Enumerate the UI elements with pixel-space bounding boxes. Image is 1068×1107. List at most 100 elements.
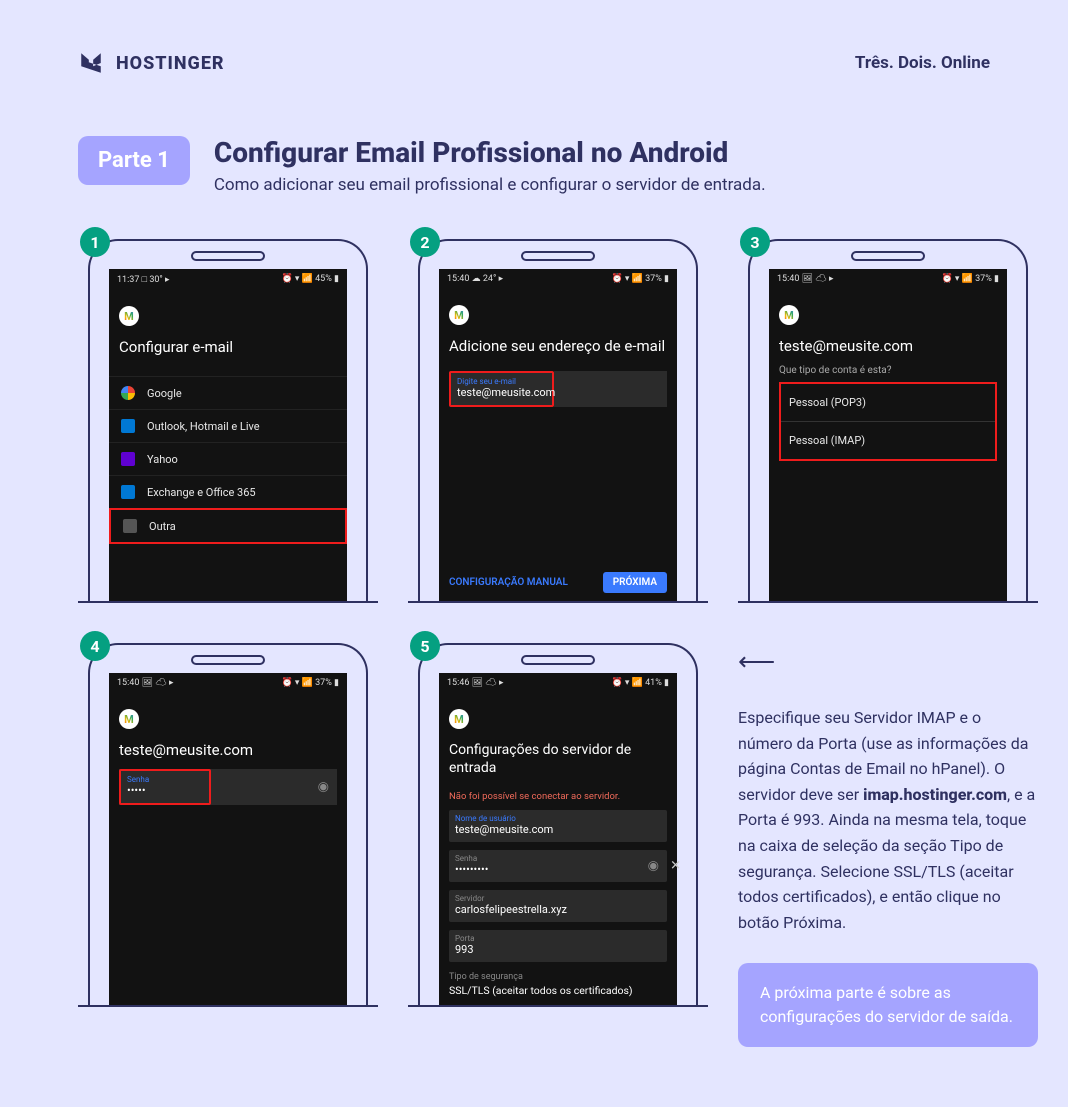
security-label: Tipo de segurança [439,966,677,984]
input-value: teste@meusite.com [457,386,546,399]
status-right: ⏰ ▾ 📶 37% ▮ [611,274,669,284]
status-left: 15:40 🖼 ☁ ▸ [117,678,173,688]
brand-name: HOSTINGER [116,53,225,74]
gmail-icon: M [119,306,139,326]
status-bar: 15:40 🖼 ☁ ▸ ⏰ ▾ 📶 37% ▮ [109,673,347,693]
phone-frame: 15:40 ☁ 24° ▸ ⏰ ▾ 📶 37% ▮ M Adicione seu… [418,239,698,601]
phone-frame: 11:37 □ 30° ▸ ⏰ ▾ 📶 45% ▮ M Configurar e… [88,239,368,601]
next-button[interactable]: PRÓXIMA [603,572,667,593]
status-bar: 15:40 🖼 ☁ ▸ ⏰ ▾ 📶 37% ▮ [769,269,1007,289]
manual-config-link[interactable]: CONFIGURAÇÃO MANUAL [449,577,568,588]
step-3: 3 15:40 🖼 ☁ ▸ ⏰ ▾ 📶 37% ▮ M teste@meusit… [738,239,1038,603]
step-1: 1 11:37 □ 30° ▸ ⏰ ▾ 📶 45% ▮ M Configurar… [78,239,378,603]
step-number: 1 [80,227,110,257]
gmail-icon: M [779,305,799,325]
status-left: 15:46 🖼 ☁ ▸ [447,678,503,688]
screen-title: teste@meusite.com [109,737,347,769]
eye-icon[interactable]: ◉ [318,780,329,795]
step-4: 4 15:40 🖼 ☁ ▸ ⏰ ▾ 📶 37% ▮ M teste@meusit… [78,643,378,1047]
gmail-icon: M [449,709,469,729]
input-label: Digite seu e-mail [457,377,546,386]
input-value: ••••••••• [455,863,627,876]
step-5: 5 15:46 🖼 ☁ ▸ ⏰ ▾ 📶 41% ▮ M Configuraçõe… [408,643,708,1047]
status-left: 15:40 🖼 ☁ ▸ [777,274,833,284]
status-bar: 15:46 🖼 ☁ ▸ ⏰ ▾ 📶 41% ▮ [439,673,677,693]
status-right: ⏰ ▾ 📶 41% ▮ [611,678,669,688]
outlook-icon [121,419,135,433]
input-label: Nome de usuário [455,814,661,823]
phone-screen: 15:46 🖼 ☁ ▸ ⏰ ▾ 📶 41% ▮ M Configurações … [439,673,677,1005]
status-bar: 11:37 □ 30° ▸ ⏰ ▾ 📶 45% ▮ [109,269,347,290]
google-icon [121,386,135,400]
screen-subtitle: Que tipo de conta é esta? [769,365,1007,382]
input-label: Porta [455,934,661,943]
page-subtitle: Como adicionar seu email profissional e … [214,175,766,195]
mail-icon [123,519,137,533]
status-bar: 15:40 ☁ 24° ▸ ⏰ ▾ 📶 37% ▮ [439,269,677,289]
port-field[interactable]: Porta 993 [449,930,667,962]
page-header: HOSTINGER Três. Dois. Online [78,50,990,76]
step-number: 2 [410,227,440,257]
gmail-icon: M [119,709,139,729]
status-left: 15:40 ☁ 24° ▸ [447,274,503,284]
screen-title: teste@meusite.com [769,333,1007,365]
security-value[interactable]: SSL/TLS (aceitar todos os certificados) [439,984,677,1001]
password-field[interactable]: Senha ••••• [119,769,211,805]
screen-title: Configurações do servidor de entrada [439,737,677,787]
info-column: ⟵ Especifique seu Servidor IMAP e o núme… [738,643,1038,1047]
input-value: 993 [455,943,661,956]
input-label: Senha [455,854,627,863]
provider-exchange[interactable]: Exchange e Office 365 [109,475,347,508]
clear-icon[interactable]: ✕ [670,859,681,874]
step-2: 2 15:40 ☁ 24° ▸ ⏰ ▾ 📶 37% ▮ M Adicione s… [408,239,708,603]
step-number: 4 [80,631,110,661]
steps-grid: 1 11:37 □ 30° ▸ ⏰ ▾ 📶 45% ▮ M Configurar… [78,239,990,1047]
phone-frame: 15:40 🖼 ☁ ▸ ⏰ ▾ 📶 37% ▮ M teste@meusite.… [748,239,1028,601]
exchange-icon [121,485,135,499]
status-right: ⏰ ▾ 📶 37% ▮ [281,678,339,688]
provider-yahoo[interactable]: Yahoo [109,442,347,475]
eye-icon[interactable]: ◉ [648,859,659,874]
phone-screen: 11:37 □ 30° ▸ ⏰ ▾ 📶 45% ▮ M Configurar e… [109,269,347,601]
screen-title: Adicione seu endereço de e-mail [439,333,677,365]
tagline: Três. Dois. Online [855,53,990,73]
input-value: carlosfelipeestrella.xyz [455,903,661,916]
input-label: Senha [127,775,203,784]
email-field[interactable]: Digite seu e-mail teste@meusite.com [449,371,554,407]
bottom-bar: CONFIGURAÇÃO MANUAL PRÓXIMA [439,564,677,601]
gmail-icon: M [449,305,469,325]
provider-other[interactable]: Outra [109,508,347,544]
error-message: Não foi possível se conectar ao servidor… [439,787,677,810]
password-field[interactable]: Senha ••••••••• ◉ [449,850,667,882]
info-paragraph: Especifique seu Servidor IMAP e o número… [738,705,1038,935]
option-pop3[interactable]: Pessoal (POP3) [781,384,995,422]
part-badge: Parte 1 [78,136,190,185]
status-right: ⏰ ▾ 📶 45% ▮ [281,274,339,285]
phone-frame: 15:40 🖼 ☁ ▸ ⏰ ▾ 📶 37% ▮ M teste@meusite.… [88,643,368,1005]
arrow-left-icon: ⟵ [738,647,1038,677]
username-field[interactable]: Nome de usuário teste@meusite.com [449,810,667,842]
phone-screen: 15:40 🖼 ☁ ▸ ⏰ ▾ 📶 37% ▮ M teste@meusite.… [109,673,347,1005]
brand-logo: HOSTINGER [78,50,225,76]
account-type-options: Pessoal (POP3) Pessoal (IMAP) [779,382,997,461]
provider-outlook[interactable]: Outlook, Hotmail e Live [109,409,347,442]
logo-icon [78,50,104,76]
yahoo-icon [121,452,135,466]
next-part-box: A próxima parte é sobre as configurações… [738,963,1038,1047]
title-section: Parte 1 Configurar Email Profissional no… [78,136,990,195]
provider-google[interactable]: Google [109,376,347,409]
step-number: 5 [410,631,440,661]
page-title: Configurar Email Profissional no Android [214,136,766,169]
server-field[interactable]: Servidor carlosfelipeestrella.xyz [449,890,667,922]
phone-frame: 15:46 🖼 ☁ ▸ ⏰ ▾ 📶 41% ▮ M Configurações … [418,643,698,1005]
phone-screen: 15:40 🖼 ☁ ▸ ⏰ ▾ 📶 37% ▮ M teste@meusite.… [769,269,1007,601]
input-value: ••••• [127,784,203,797]
status-right: ⏰ ▾ 📶 37% ▮ [941,274,999,284]
input-label: Servidor [455,894,661,903]
status-left: 11:37 □ 30° ▸ [117,274,170,285]
phone-screen: 15:40 ☁ 24° ▸ ⏰ ▾ 📶 37% ▮ M Adicione seu… [439,269,677,601]
option-imap[interactable]: Pessoal (IMAP) [781,422,995,459]
screen-title: Configurar e-mail [109,334,347,366]
input-value: teste@meusite.com [455,823,661,836]
step-number: 3 [740,227,770,257]
